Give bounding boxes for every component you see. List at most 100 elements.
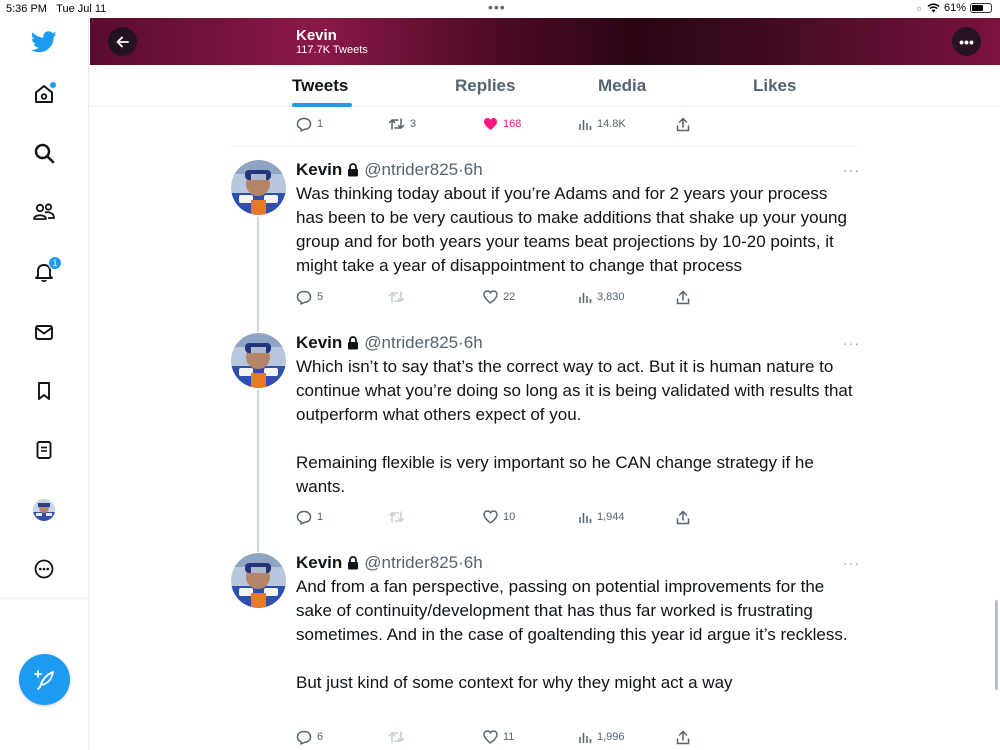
bookmarks-icon[interactable] [30,377,58,405]
share-button[interactable] [676,509,690,525]
reply-count: 1 [317,511,324,523]
share-button[interactable] [676,289,690,305]
share-icon [676,510,690,524]
like-count: 22 [503,291,516,303]
battery-percent: 61% [943,2,966,14]
tweet-author-name[interactable]: Kevin [296,160,342,180]
tweet-author-handle[interactable]: @ntrider825 [364,160,458,180]
retweet-disabled-icon [388,511,405,523]
share-icon [676,730,690,744]
reply-icon [296,510,312,525]
share-icon [676,117,690,131]
retweet-button[interactable] [388,509,410,525]
like-count: 10 [503,511,516,523]
sidebar-nav: 1 [0,18,89,750]
multitask-dots[interactable]: ••• [488,0,506,15]
tweet-author-name[interactable]: Kevin [296,333,342,353]
tab-tweets[interactable]: Tweets [292,76,348,96]
tweet-author-handle[interactable]: @ntrider825 [364,553,458,573]
active-tab-indicator [292,103,352,107]
tweet-paragraph: Which isn’t to say that’s the correct wa… [296,357,853,424]
reply-button[interactable]: 5 [296,289,323,305]
profile-tabs: Tweets Replies Media Likes [90,65,1000,107]
tweet-author-name[interactable]: Kevin [296,553,342,573]
tweet-more-button[interactable]: ··· [843,335,860,351]
retweet-disabled-icon [388,731,405,743]
thread-connector [257,390,259,552]
views-button[interactable]: 14.8K [578,116,626,132]
home-icon[interactable] [30,80,58,108]
views-button[interactable]: 3,830 [578,289,625,305]
retweet-disabled-icon [388,291,405,303]
tweet-paragraph: Remaining flexible is very important so … [296,453,814,496]
tweet-timestamp[interactable]: ·6h [458,160,483,180]
reply-icon [296,290,312,305]
tweet-avatar[interactable] [231,553,286,608]
tweet-timestamp[interactable]: ·6h [458,553,483,573]
notifications-bell-icon[interactable]: 1 [30,256,62,286]
battery-icon [970,3,992,13]
messages-envelope-icon[interactable] [30,318,58,346]
share-button[interactable] [676,116,690,132]
tweet-timestamp[interactable]: ·6h [458,333,483,353]
tweet-text: And from a fan perspective, passing on p… [296,575,856,695]
like-button[interactable]: 10 [483,509,515,525]
brightness-icon: ☼ [914,3,923,13]
heart-icon [483,510,498,524]
tweet-paragraph: Was thinking today about if you’re Adams… [296,184,847,275]
share-button[interactable] [676,729,690,745]
tweet-more-button[interactable]: ··· [843,555,860,571]
profile-banner [90,18,1000,65]
views-button[interactable]: 1,996 [578,729,625,745]
profile-avatar-icon[interactable] [30,496,58,524]
profile-more-button[interactable]: ••• [952,27,981,56]
tab-likes[interactable]: Likes [753,76,796,96]
scrollbar[interactable] [995,600,998,690]
retweet-count: 3 [410,118,417,130]
lists-icon[interactable] [30,436,58,464]
share-icon [676,290,690,304]
tweet-author-handle[interactable]: @ntrider825 [364,333,458,353]
like-button[interactable]: 168 [483,116,521,132]
lock-icon [348,163,359,177]
retweet-button[interactable]: 3 [388,116,416,132]
retweet-button[interactable] [388,289,410,305]
heart-filled-icon [484,118,497,130]
more-options-icon[interactable] [30,555,58,583]
reply-button[interactable]: 6 [296,729,323,745]
communities-icon[interactable] [30,198,58,226]
tweet-avatar[interactable] [231,160,286,215]
reply-count: 1 [317,118,324,130]
compose-tweet-button[interactable] [19,654,70,705]
profile-name: Kevin [296,27,337,44]
tweet-more-button[interactable]: ··· [843,162,860,178]
views-count: 1,996 [597,731,625,743]
reply-icon [296,730,312,745]
reply-button[interactable]: 1 [296,116,323,132]
views-button[interactable]: 1,944 [578,509,625,525]
thread-connector [257,217,259,332]
feather-plus-icon [33,669,54,690]
views-chart-icon [579,513,592,523]
back-button[interactable] [108,27,137,56]
tweet-text: Which isn’t to say that’s the correct wa… [296,355,856,499]
views-count: 14.8K [597,118,626,130]
tweet-divider [229,146,859,147]
tweet-paragraph: But just kind of some context for why th… [296,673,733,692]
like-button[interactable]: 22 [483,289,515,305]
notifications-badge: 1 [48,256,62,270]
lock-icon [348,336,359,350]
views-count: 3,830 [597,291,625,303]
reply-count: 5 [317,291,324,303]
heart-icon [483,290,498,304]
twitter-logo-icon[interactable] [30,28,58,56]
tweet-count: 117.7K Tweets [296,44,368,56]
like-button[interactable]: 11 [483,729,514,745]
tweet-avatar[interactable] [231,333,286,388]
search-icon[interactable] [30,139,58,167]
tab-replies[interactable]: Replies [455,76,515,96]
retweet-button[interactable] [388,729,410,745]
tab-media[interactable]: Media [598,76,646,96]
reply-button[interactable]: 1 [296,509,323,525]
views-chart-icon [579,293,592,303]
